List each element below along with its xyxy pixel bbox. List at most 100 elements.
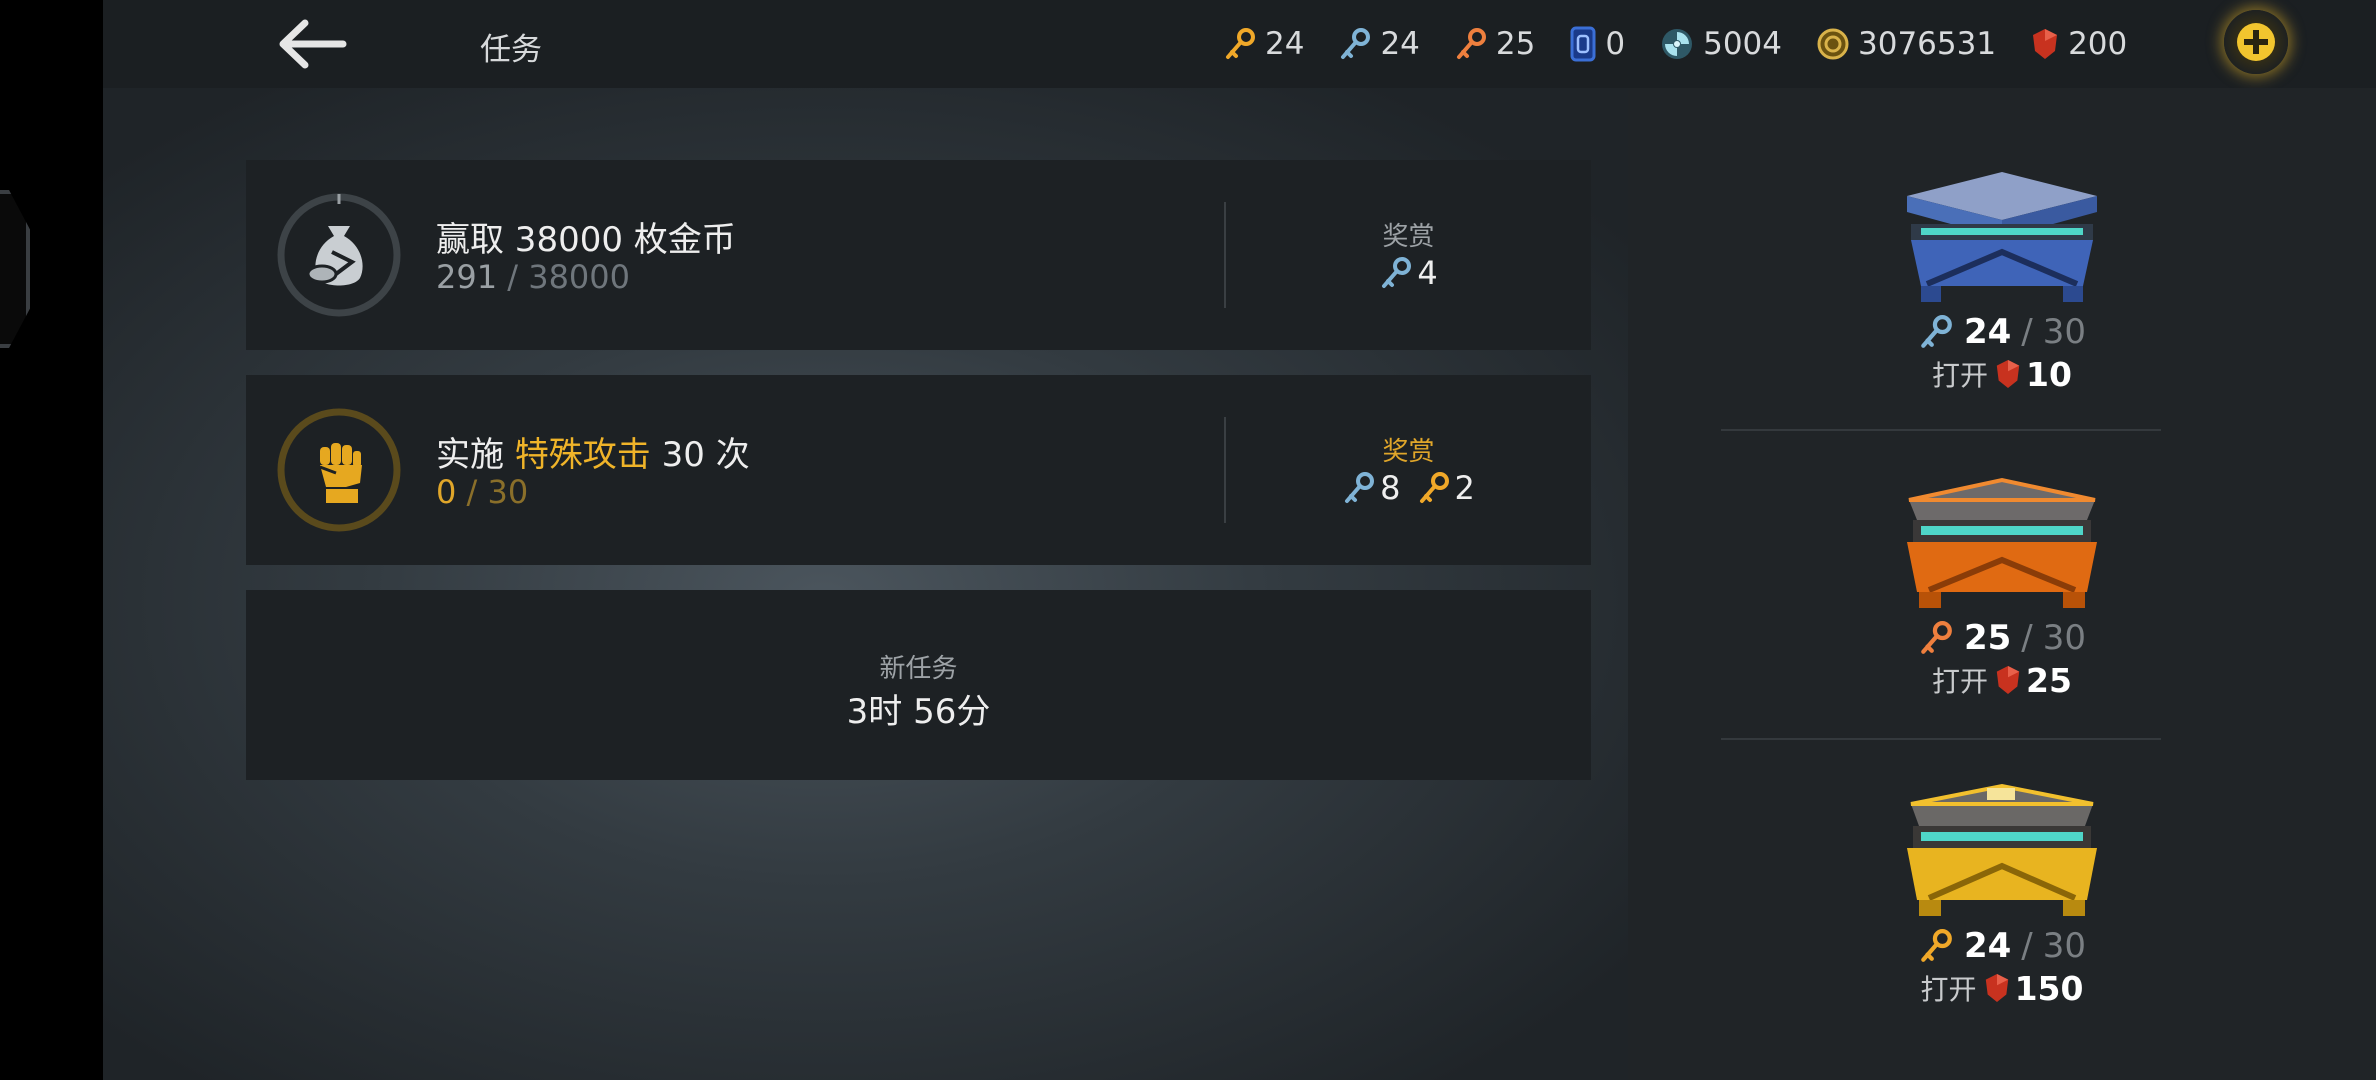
currency-coins[interactable]: 3076531 bbox=[1816, 26, 1996, 62]
energy-value: 5004 bbox=[1703, 26, 1782, 62]
chest-key-count: 24 / 30 bbox=[1628, 312, 2376, 352]
chest-keys-separator: / bbox=[2021, 926, 2033, 966]
new-task-card: 新任务 3时 56分 bbox=[246, 590, 1591, 780]
chest-open-button[interactable]: 打开 150 bbox=[1628, 968, 2376, 1008]
blue-keys-value: 24 bbox=[1380, 26, 1420, 62]
currency-energy[interactable]: 5004 bbox=[1659, 26, 1782, 62]
currency-gold-keys[interactable]: 24 bbox=[1223, 26, 1304, 62]
chest-keys-separator: / bbox=[2021, 312, 2033, 352]
chest-key-count: 24 / 30 bbox=[1628, 926, 2376, 966]
reward-amount: 8 bbox=[1380, 469, 1401, 507]
gold-chest-icon bbox=[1907, 783, 2097, 916]
top-bar: 任务 24 24 25 0 5004 3076531 200 bbox=[103, 0, 2376, 88]
chest-blue[interactable]: 24 / 30 打开 10 bbox=[1628, 168, 2376, 394]
reward-label: 奖赏 bbox=[1382, 222, 1435, 252]
orange-key-icon bbox=[1921, 621, 1952, 654]
chest-key-count: 25 / 30 bbox=[1628, 618, 2376, 658]
blue-key-icon bbox=[1345, 472, 1375, 503]
plus-icon bbox=[2237, 23, 2275, 61]
money-bag-icon bbox=[277, 193, 401, 317]
open-label: 打开 bbox=[1932, 359, 1989, 392]
blue-key-icon bbox=[1341, 28, 1371, 59]
chest-open-button[interactable]: 打开 10 bbox=[1628, 354, 2376, 394]
chest-keys-current: 24 bbox=[1963, 926, 2012, 966]
chest-keys-max: 30 bbox=[2042, 618, 2087, 658]
back-button[interactable] bbox=[271, 14, 351, 74]
card-divider bbox=[1224, 417, 1226, 523]
chest-keys-max: 30 bbox=[2042, 926, 2087, 966]
chest-keys-current: 25 bbox=[1963, 618, 2012, 658]
back-arrow-icon bbox=[279, 19, 347, 69]
coin-icon bbox=[1817, 28, 1849, 60]
orange-keys-value: 25 bbox=[1495, 26, 1536, 62]
ruby-icon bbox=[2033, 29, 2058, 59]
reward-label: 奖赏 bbox=[1382, 437, 1435, 467]
page-title: 任务 bbox=[480, 32, 542, 68]
new-task-timer: 3时 56分 bbox=[846, 692, 991, 732]
blue-key-icon bbox=[1921, 315, 1952, 348]
task-icon-ring bbox=[276, 192, 402, 318]
orange-chest-icon bbox=[1907, 477, 2097, 608]
coins-value: 3076531 bbox=[1858, 26, 1997, 62]
screen-edge-notch bbox=[0, 190, 30, 348]
blue-key-icon bbox=[1382, 257, 1412, 288]
reward-gold-keys: 2 bbox=[1417, 469, 1475, 507]
task-title: 实施 特殊攻击 30 次 bbox=[436, 427, 750, 476]
rubies-value: 200 bbox=[2068, 26, 2128, 62]
reward-items: 8 2 bbox=[1246, 469, 1571, 507]
fist-icon bbox=[277, 408, 401, 532]
task-title-suffix: 30 次 bbox=[650, 435, 750, 475]
chest-keys-current: 24 bbox=[1963, 312, 2012, 352]
card-icon bbox=[1570, 26, 1596, 62]
reward-items: 4 bbox=[1246, 254, 1571, 292]
progress-separator: / bbox=[456, 473, 488, 511]
progress-max: 30 bbox=[487, 473, 529, 511]
currency-bar: 24 24 25 0 5004 3076531 200 bbox=[1223, 0, 2161, 88]
currency-orange-keys[interactable]: 25 bbox=[1454, 26, 1535, 62]
task-card-special-attack: 实施 特殊攻击 30 次 0 / 30 奖赏 8 2 bbox=[246, 375, 1591, 565]
new-task-label: 新任务 bbox=[879, 654, 958, 684]
task-title: 赢取 38000 枚金币 bbox=[436, 220, 736, 260]
chest-keys-separator: / bbox=[2021, 618, 2033, 658]
reward-blue-keys: 4 bbox=[1379, 254, 1438, 292]
currency-rubies[interactable]: 200 bbox=[2030, 26, 2127, 62]
open-price: 25 bbox=[2026, 660, 2072, 700]
progress-separator: / bbox=[497, 258, 529, 296]
task-title-prefix: 实施 bbox=[436, 435, 515, 475]
reward-amount: 2 bbox=[1454, 469, 1475, 507]
currency-blue-keys[interactable]: 24 bbox=[1338, 26, 1420, 62]
chest-keys-max: 30 bbox=[2042, 312, 2087, 352]
task-progress: 0 / 30 bbox=[436, 473, 528, 511]
card-divider bbox=[1224, 202, 1226, 308]
reward-amount: 4 bbox=[1417, 254, 1438, 292]
gold-keys-value: 24 bbox=[1265, 26, 1305, 62]
energy-orb-icon bbox=[1662, 29, 1693, 59]
ruby-icon bbox=[1996, 666, 2020, 694]
gold-key-icon bbox=[1419, 472, 1449, 503]
currency-cards[interactable]: 0 bbox=[1569, 26, 1625, 62]
chest-orange[interactable]: 25 / 30 打开 25 bbox=[1628, 474, 2376, 700]
cards-value: 0 bbox=[1605, 26, 1626, 62]
chest-divider bbox=[1721, 429, 2161, 431]
chest-open-button[interactable]: 打开 25 bbox=[1628, 660, 2376, 700]
chest-gold[interactable]: 24 / 30 打开 150 bbox=[1628, 782, 2376, 1008]
task-icon-ring bbox=[276, 407, 402, 533]
task-title-highlight: 特殊攻击 bbox=[514, 435, 651, 475]
task-card-coins: 赢取 38000 枚金币 291 / 38000 奖赏 4 bbox=[246, 160, 1591, 350]
chest-divider bbox=[1721, 738, 2161, 740]
blue-chest-icon bbox=[1907, 172, 2097, 302]
gold-key-icon bbox=[1921, 929, 1952, 962]
orange-key-icon bbox=[1456, 28, 1486, 59]
open-label: 打开 bbox=[1932, 665, 1989, 698]
task-progress: 291 / 38000 bbox=[436, 258, 630, 296]
reward-blue-keys: 8 bbox=[1342, 469, 1401, 507]
quests-screen: 任务 24 24 25 0 5004 3076531 200 赢取 38000 … bbox=[103, 0, 2376, 1080]
ruby-icon bbox=[1996, 360, 2020, 388]
open-price: 10 bbox=[2026, 354, 2072, 394]
add-currency-button[interactable] bbox=[2224, 10, 2288, 74]
ruby-icon bbox=[1985, 974, 2008, 1002]
progress-current: 0 bbox=[436, 473, 457, 511]
progress-max: 38000 bbox=[528, 258, 630, 296]
chest-panel: 24 / 30 打开 10 25 / 30 打开 25 24 / 30 打开 1… bbox=[1628, 88, 2376, 1080]
open-price: 150 bbox=[2014, 968, 2084, 1008]
